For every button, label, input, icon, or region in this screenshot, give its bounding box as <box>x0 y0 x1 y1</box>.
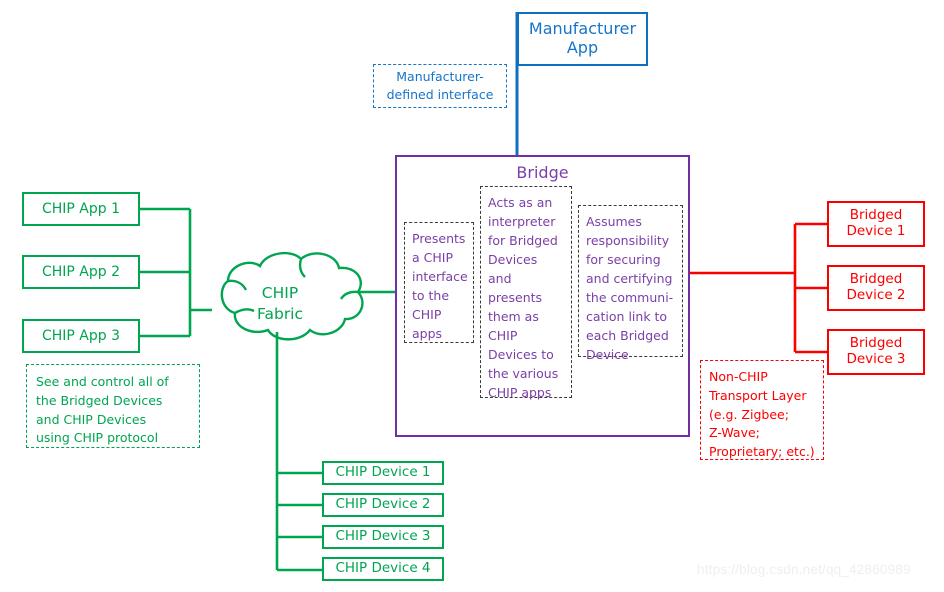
bridged-device-3-box[interactable]: Bridged Device 3 <box>827 329 925 375</box>
chip-apps-bus <box>140 207 212 338</box>
bridged-device-2-label-line2: Device 2 <box>846 287 906 303</box>
chip-device-2-box[interactable]: CHIP Device 2 <box>322 493 444 517</box>
bridge-note-acts-as-interpreter-text: Acts as an interpreter for Bridged Devic… <box>488 195 559 400</box>
non-chip-transport-note-line-1: Non-CHIP <box>709 369 768 384</box>
bridged-device-3-label-line1: Bridged <box>849 335 903 352</box>
bridge-note-presents-chip-interface: Presents a CHIP interface to the CHIP ap… <box>404 222 474 343</box>
chip-fabric-label-line1: CHIP <box>261 284 299 302</box>
bridge-note-assumes-responsibility: Assumes responsibility for securing and … <box>578 205 683 362</box>
chip-device-3-box[interactable]: CHIP Device 3 <box>322 525 444 549</box>
chip-apps-note-line-1: See and control all of <box>36 374 169 389</box>
chip-device-1-box[interactable]: CHIP Device 1 <box>322 461 444 485</box>
bridge-title: Bridge <box>516 163 569 182</box>
chip-device-2-label: CHIP Device 2 <box>335 496 431 513</box>
chip-apps-capability-note: See and control all of the Bridged Devic… <box>26 364 200 448</box>
non-chip-transport-note-line-5: Proprietary; etc.) <box>709 444 815 459</box>
bridge-note-presents-chip-interface-text: Presents a CHIP interface to the CHIP ap… <box>412 231 468 341</box>
manufacturer-interface-note-line1: Manufacturer- <box>396 68 484 84</box>
bridged-device-3-label-line2: Device 3 <box>846 351 906 367</box>
manufacturer-app-label-line1: Manufacturer <box>528 19 637 39</box>
non-chip-transport-note-line-3: (e.g. Zigbee; <box>709 406 789 422</box>
diagram-canvas: Manufacturer App Manufacturer- defined i… <box>0 0 944 592</box>
chip-device-1-label: CHIP Device 1 <box>335 464 431 481</box>
chip-device-4-box[interactable]: CHIP Device 4 <box>322 557 444 581</box>
chip-app-2-box[interactable]: CHIP App 2 <box>22 255 140 289</box>
chip-fabric-label: CHIP Fabric <box>215 283 345 325</box>
chip-app-1-box[interactable]: CHIP App 1 <box>22 192 140 226</box>
chip-apps-note-line-2: the Bridged Devices <box>36 392 163 408</box>
chip-devices-bus <box>275 332 322 572</box>
bridged-device-1-label-line1: Bridged <box>849 207 903 224</box>
bridge-note-acts-as-interpreter: Acts as an interpreter for Bridged Devic… <box>480 186 572 400</box>
bridged-device-2-box[interactable]: Bridged Device 2 <box>827 265 925 311</box>
manufacturer-interface-note-line2: defined interface <box>386 87 494 102</box>
non-chip-transport-note: Non-CHIP Transport Layer (e.g. Zigbee; Z… <box>700 360 824 460</box>
chip-device-3-label: CHIP Device 3 <box>335 528 431 545</box>
bridged-device-2-label-line1: Bridged <box>849 271 903 288</box>
manufacturer-interface-note: Manufacturer- defined interface <box>373 64 507 108</box>
watermark-text: https://blog.csdn.net/qq_42860989 <box>697 562 911 577</box>
non-chip-transport-note-line-2: Transport Layer <box>709 387 807 403</box>
chip-app-1-label: CHIP App 1 <box>41 200 121 217</box>
bridge-note-assumes-responsibility-text: Assumes responsibility for securing and … <box>586 214 674 362</box>
chip-apps-note-line-3: and CHIP Devices <box>36 411 147 427</box>
chip-app-3-label: CHIP App 3 <box>41 327 121 344</box>
chip-apps-note-line-4: using CHIP protocol <box>36 430 159 446</box>
manufacturer-app-label-line2: App <box>566 38 599 57</box>
bridged-devices-bus <box>690 222 827 354</box>
manufacturer-app-box[interactable]: Manufacturer App <box>517 12 648 66</box>
chip-fabric-label-line2: Fabric <box>256 304 304 323</box>
non-chip-transport-note-line-4: Z-Wave; <box>709 425 760 441</box>
chip-app-3-box[interactable]: CHIP App 3 <box>22 319 140 353</box>
bridged-device-1-label-line2: Device 1 <box>846 223 906 239</box>
bridged-device-1-box[interactable]: Bridged Device 1 <box>827 201 925 247</box>
chip-app-2-label: CHIP App 2 <box>41 263 121 280</box>
chip-device-4-label: CHIP Device 4 <box>335 560 431 577</box>
